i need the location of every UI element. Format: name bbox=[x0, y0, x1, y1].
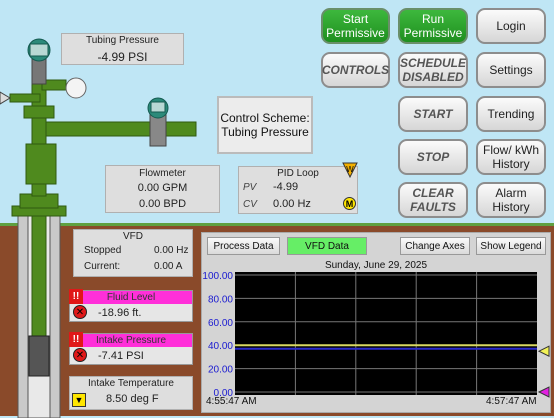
fault-x-icon: ✕ bbox=[73, 348, 87, 362]
stop-button[interactable]: STOP bbox=[398, 139, 468, 175]
pid-loop-label: PID Loop bbox=[277, 168, 319, 179]
series-marker-2 bbox=[537, 386, 550, 398]
fault-x-icon: ✕ bbox=[73, 305, 87, 319]
y-tick-label: 80.00 bbox=[208, 294, 233, 305]
tree-valve bbox=[23, 105, 55, 119]
x-axis-end-label: 4:57:47 AM bbox=[486, 396, 537, 407]
fluid-level-value: -18.96 ft. bbox=[98, 307, 142, 319]
chevron-down-icon: ▼ bbox=[72, 393, 86, 407]
cv-value: 0.00 Hz bbox=[273, 198, 311, 210]
intake-temperature-panel: Intake Temperature 8.50 deg F bbox=[69, 376, 193, 410]
flowline bbox=[45, 121, 197, 137]
intake-pressure-label: Intake Pressure bbox=[70, 334, 192, 347]
tab-process-data[interactable]: Process Data bbox=[207, 237, 280, 255]
fluid-level-panel: Fluid Level -18.96 ft. bbox=[69, 290, 193, 322]
trending-button[interactable]: Trending bbox=[476, 96, 546, 132]
pv-label: PV bbox=[243, 182, 257, 193]
tab-vfd-data[interactable]: VFD Data bbox=[287, 237, 367, 255]
login-button[interactable]: Login bbox=[476, 8, 546, 44]
start-button[interactable]: START bbox=[398, 96, 468, 132]
change-axes-button[interactable]: Change Axes bbox=[400, 237, 470, 255]
pump bbox=[28, 335, 50, 377]
tubing-pressure-value: -4.99 PSI bbox=[97, 50, 148, 64]
alarm-history-button[interactable]: Alarm History bbox=[476, 182, 546, 218]
settings-button[interactable]: Settings bbox=[476, 52, 546, 88]
trend-chart[interactable]: 100.0080.0060.0040.0020.000.00 bbox=[201, 268, 551, 413]
series-marker-1 bbox=[537, 345, 550, 358]
alarm-icon: !! bbox=[69, 289, 83, 304]
pressure-gauge bbox=[65, 77, 87, 99]
warning-icon: W bbox=[342, 162, 358, 178]
flowmeter-panel: Flowmeter 0.00 GPM 0.00 BPD bbox=[105, 165, 220, 213]
intake-pressure-panel: Intake Pressure -7.41 PSI bbox=[69, 333, 193, 365]
flowmeter-label: Flowmeter bbox=[139, 168, 186, 179]
vfd-current: 0.00 A bbox=[154, 261, 183, 272]
vfd-label: VFD bbox=[123, 231, 143, 242]
mode-badge: M bbox=[343, 197, 356, 210]
start-permissive-button[interactable]: Start Permissive bbox=[321, 8, 390, 44]
tree-cross bbox=[25, 143, 57, 185]
tree-arm bbox=[9, 93, 41, 103]
vfd-frequency: 0.00 Hz bbox=[154, 245, 189, 256]
control-scheme-panel: Control Scheme: Tubing Pressure bbox=[217, 96, 313, 154]
intake-temperature-value: 8.50 deg F bbox=[106, 393, 159, 405]
flowmeter-gpm: 0.00 GPM bbox=[137, 182, 188, 194]
flow-kwh-history-button[interactable]: Flow/ kWh History bbox=[476, 139, 546, 175]
pv-value: -4.99 bbox=[273, 181, 299, 193]
intake-temperature-label: Intake Temperature bbox=[88, 378, 174, 389]
vfd-current-label: Current: bbox=[84, 261, 121, 272]
schedule-disabled-button[interactable]: SCHEDULE DISABLED bbox=[398, 52, 468, 88]
fluid-level-label: Fluid Level bbox=[70, 291, 192, 304]
run-permissive-button[interactable]: Run Permissive bbox=[398, 8, 468, 44]
flowmeter-bpd: 0.00 BPD bbox=[138, 198, 187, 210]
vfd-status: Stopped bbox=[84, 245, 122, 256]
alarm-icon: !! bbox=[69, 332, 83, 347]
tubing-pressure-panel: Tubing Pressure -4.99 PSI bbox=[61, 33, 184, 65]
y-tick-label: 100.00 bbox=[202, 271, 233, 282]
clear-faults-button[interactable]: CLEAR FAULTS bbox=[398, 182, 468, 218]
controls-button[interactable]: CONTROLS bbox=[321, 52, 390, 88]
intake-pressure-value: -7.41 PSI bbox=[98, 350, 144, 362]
cv-label: CV bbox=[243, 199, 257, 210]
y-tick-label: 20.00 bbox=[208, 365, 233, 376]
vfd-panel: VFD Stopped 0.00 Hz Current: 0.00 A bbox=[73, 229, 193, 277]
x-axis-start-label: 4:55:47 AM bbox=[206, 396, 257, 407]
show-legend-button[interactable]: Show Legend bbox=[476, 237, 546, 255]
svg-text:W: W bbox=[346, 165, 354, 174]
pid-loop-panel[interactable]: PID Loop PV -4.99 CV 0.00 Hz M bbox=[238, 166, 358, 214]
control-scheme-value: Tubing Pressure bbox=[221, 125, 309, 139]
plot-area bbox=[235, 272, 537, 395]
control-scheme-title: Control Scheme: bbox=[220, 111, 310, 125]
y-tick-label: 60.00 bbox=[208, 318, 233, 329]
y-tick-label: 40.00 bbox=[208, 341, 233, 352]
tubing-pressure-label: Tubing Pressure bbox=[86, 35, 159, 46]
tubing bbox=[31, 211, 47, 343]
transmitter-stem bbox=[31, 57, 47, 85]
